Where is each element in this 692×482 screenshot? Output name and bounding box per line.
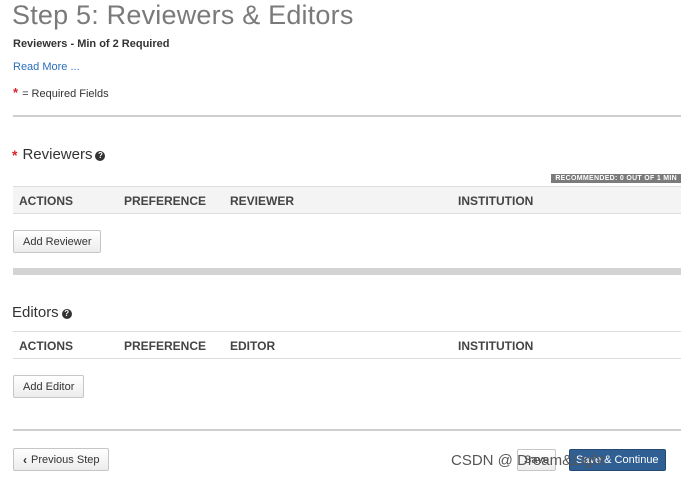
reviewers-heading: Reviewers xyxy=(22,146,93,163)
recommended-badge: RECOMMENDED: 0 OUT OF 1 MIN xyxy=(551,174,681,183)
column-preference: PREFERENCE xyxy=(124,194,207,208)
section-divider xyxy=(13,268,681,275)
divider xyxy=(13,115,681,117)
watermark-text: CSDN @ Dream&Light xyxy=(451,452,605,469)
editors-section-title: Editors ? xyxy=(12,304,72,321)
question-circle-icon[interactable]: ? xyxy=(61,308,72,319)
column-actions: ACTIONS xyxy=(19,194,73,208)
read-more-link[interactable]: Read More ... xyxy=(13,61,80,73)
column-institution: INSTITUTION xyxy=(458,339,534,353)
add-reviewer-button[interactable]: Add Reviewer xyxy=(13,230,102,253)
column-editor: EDITOR xyxy=(230,339,276,353)
chevron-left-icon: ‹ xyxy=(23,452,27,467)
editors-table-header: ACTIONS PREFERENCE EDITOR INSTITUTION xyxy=(13,331,681,359)
page-title: Step 5: Reviewers & Editors xyxy=(12,0,354,30)
divider xyxy=(13,429,681,431)
required-star: * xyxy=(13,85,19,100)
column-actions: ACTIONS xyxy=(19,339,73,353)
required-fields-legend: * = Required Fields xyxy=(13,85,109,100)
question-circle-icon[interactable]: ? xyxy=(95,150,106,161)
column-institution: INSTITUTION xyxy=(458,194,534,208)
required-star: * xyxy=(12,146,18,163)
previous-step-button[interactable]: ‹ Previous Step xyxy=(13,448,110,471)
add-editor-button[interactable]: Add Editor xyxy=(13,375,85,398)
column-preference: PREFERENCE xyxy=(124,339,207,353)
reviewers-table-header: ACTIONS PREFERENCE REVIEWER INSTITUTION xyxy=(13,186,681,214)
reviewers-requirement-note: Reviewers - Min of 2 Required xyxy=(13,38,170,50)
reviewers-section-title: * Reviewers ? xyxy=(12,146,106,163)
previous-step-label: Previous Step xyxy=(31,453,100,466)
editors-heading: Editors xyxy=(12,304,59,321)
required-fields-text: = Required Fields xyxy=(22,88,109,100)
column-reviewer: REVIEWER xyxy=(230,194,295,208)
